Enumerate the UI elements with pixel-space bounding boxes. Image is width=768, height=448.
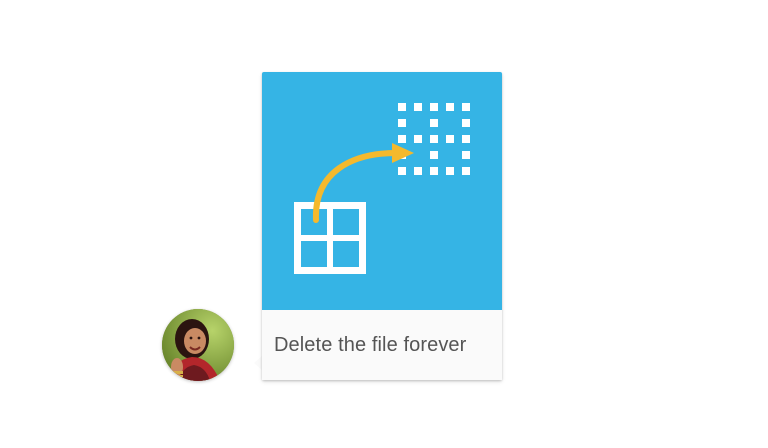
message-card[interactable]: Delete the file forever bbox=[262, 72, 502, 380]
person-avatar-icon bbox=[162, 309, 234, 381]
solid-grid-icon bbox=[294, 202, 366, 274]
grid-move-illustration bbox=[262, 72, 502, 310]
grid-move-icon bbox=[294, 103, 470, 274]
chat-screen: Delete the file forever bbox=[0, 0, 768, 448]
dotted-grid-icon bbox=[398, 103, 470, 175]
message-caption: Delete the file forever bbox=[274, 334, 467, 356]
caption-area: Delete the file forever bbox=[262, 310, 502, 380]
sender-avatar[interactable] bbox=[162, 309, 234, 381]
